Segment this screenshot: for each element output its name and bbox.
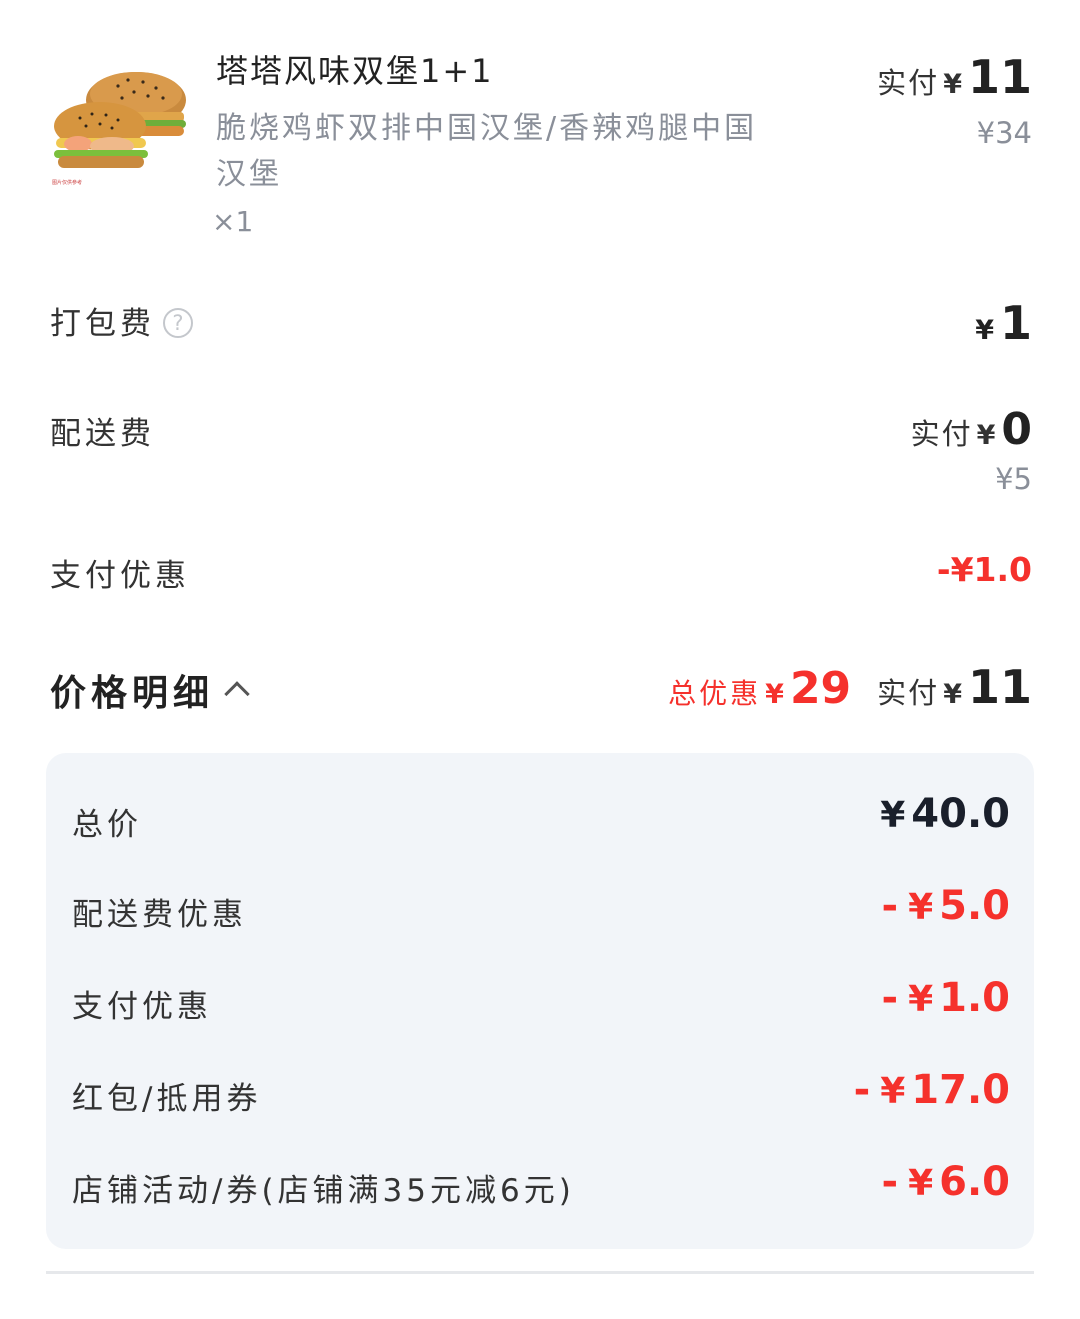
chevron-up-icon (224, 681, 250, 707)
payment-discount-value: -¥1.0 (936, 550, 1032, 589)
total-discount-label: 总优惠 (668, 677, 762, 710)
product-image[interactable]: 图片仅供参考 (48, 60, 188, 188)
detail-row-label: 店铺活动/券(店铺满35元减6元) (72, 1173, 575, 1209)
product-paid-amount: 11 (967, 50, 1032, 104)
detail-row-sign: - (881, 1159, 899, 1205)
payment-discount-label: 支付优惠 (50, 558, 190, 594)
paid-label: 实付 (877, 66, 940, 100)
delivery-fee-paid-line: 实付 ¥ 0 (911, 404, 1032, 455)
delivery-fee-paid-amount: 0 (1001, 404, 1032, 455)
price-detail-title: 价格明细 (50, 673, 215, 714)
divider (46, 1271, 1034, 1274)
currency-symbol: ¥ (908, 979, 934, 1020)
paid-label: 实付 (877, 676, 940, 710)
detail-row-value: - ¥6.0 (881, 1159, 1010, 1205)
product-paid-line: 实付 ¥ 11 (877, 50, 1032, 104)
product-description: 脆烧鸡虾双排中国汉堡/香辣鸡腿中国汉堡 (216, 111, 758, 192)
product-quantity: ×1 (212, 205, 254, 238)
currency-symbol: ¥ (908, 887, 934, 928)
detail-row-sign: - (853, 1067, 871, 1113)
currency-symbol: ¥ (765, 679, 784, 710)
packing-fee-label: 打包费 (50, 306, 155, 342)
product-original-price: ¥34 (976, 116, 1032, 150)
price-summary: 总优惠 ¥ 29 实付 ¥ 11 (668, 660, 1032, 714)
total-discount-amount: 29 (789, 663, 852, 714)
detail-row-sign: - (881, 975, 899, 1021)
detail-row-amount: 40.0 (911, 791, 1010, 837)
packing-fee-value: ¥ 1 (971, 296, 1032, 350)
currency-symbol: ¥ (975, 315, 994, 346)
svg-text:图片仅供参考: 图片仅供参考 (52, 179, 82, 186)
paid-amount: 11 (967, 660, 1032, 714)
currency-symbol: ¥ (880, 795, 906, 836)
detail-row-amount: 6.0 (939, 1159, 1010, 1205)
detail-row-label: 配送费优惠 (72, 897, 247, 933)
delivery-fee-label: 配送费 (50, 416, 155, 452)
product-name: 塔塔风味双堡1+1 (216, 52, 494, 90)
price-detail-toggle[interactable]: 价格明细 (50, 664, 250, 716)
delivery-fee-original-price: ¥5 (995, 462, 1032, 496)
packing-fee-row: 打包费? (50, 298, 193, 343)
detail-row-label: 支付优惠 (72, 989, 212, 1025)
question-circle-icon[interactable]: ? (163, 307, 193, 338)
paid-label: 实付 (910, 417, 973, 451)
currency-symbol: ¥ (976, 420, 996, 451)
detail-row-value: - ¥17.0 (854, 1067, 1010, 1113)
packing-fee-amount: 1 (999, 296, 1032, 350)
detail-row-value: ¥40.0 (880, 791, 1010, 837)
detail-row-value: - ¥5.0 (881, 883, 1010, 929)
detail-row-sign: - (881, 883, 899, 929)
detail-row-value: - ¥1.0 (881, 975, 1010, 1021)
currency-symbol: ¥ (943, 679, 962, 710)
price-detail-panel: 总价 ¥40.0 配送费优惠 - ¥5.0 支付优惠 - ¥1.0 红包/抵用券 -… (46, 753, 1034, 1249)
currency-symbol: ¥ (943, 69, 962, 100)
detail-row-label: 总价 (72, 807, 142, 843)
detail-row-amount: 17.0 (911, 1067, 1010, 1113)
currency-symbol: ¥ (908, 1163, 934, 1204)
currency-symbol: ¥ (880, 1071, 906, 1112)
detail-row-amount: 1.0 (939, 975, 1010, 1021)
detail-row-label: 红包/抵用券 (72, 1081, 262, 1117)
detail-row-amount: 5.0 (939, 883, 1010, 929)
